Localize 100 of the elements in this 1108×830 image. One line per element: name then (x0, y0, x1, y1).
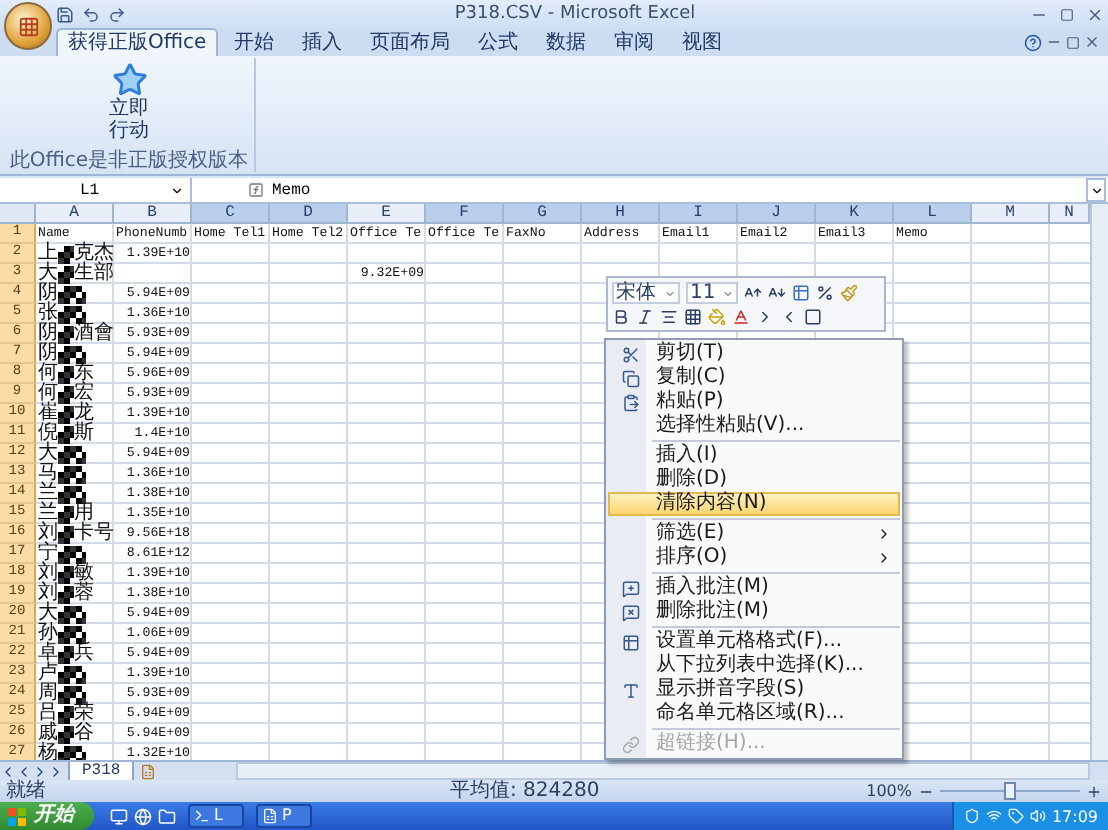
caret-icon (722, 287, 734, 299)
percent-icon[interactable] (816, 284, 834, 302)
fill-color-icon[interactable] (708, 308, 726, 326)
undo-icon[interactable] (82, 5, 100, 23)
name-text: 卡号 (74, 524, 114, 544)
shrink-font-icon[interactable] (768, 284, 786, 302)
name-text: 孙 (38, 624, 58, 644)
spreadsheet-icon (262, 808, 278, 824)
help-icon[interactable] (1024, 33, 1042, 51)
zoom-in-icon[interactable] (1086, 783, 1102, 799)
volume-icon[interactable] (1029, 808, 1046, 824)
column-header[interactable]: K (816, 204, 894, 224)
ribbon-tab[interactable]: 页面布局 (358, 28, 463, 56)
align-center-icon[interactable] (660, 308, 678, 326)
column-header[interactable]: I (660, 204, 738, 224)
font-field[interactable]: 宋体 (612, 282, 680, 304)
taskbar-button[interactable]: P (256, 804, 312, 828)
grid-icon (17, 15, 39, 37)
font-size-field[interactable]: 11 (686, 282, 738, 304)
sheet-tab[interactable]: P318 (68, 761, 135, 781)
column-header[interactable]: A (36, 204, 114, 224)
column-header[interactable]: N (1050, 204, 1090, 224)
star-icon (111, 62, 147, 98)
ribbon-tab[interactable]: 视图 (670, 28, 735, 56)
menu-item[interactable]: 清除内容(N) (608, 492, 900, 516)
name-text: 倪 (38, 424, 58, 444)
bold-icon[interactable] (612, 308, 630, 326)
caret-icon (170, 183, 184, 197)
table-icon[interactable] (792, 284, 810, 302)
menu-item[interactable]: 从下拉列表中选择(K)... (608, 654, 900, 678)
menu-item[interactable]: 删除(D) (608, 468, 900, 492)
close-icon[interactable] (1084, 34, 1100, 50)
expand-icon[interactable] (1086, 178, 1106, 202)
menu-item[interactable]: 删除批注(M) (608, 600, 900, 624)
name-text: 吕 (38, 704, 58, 724)
shield-icon[interactable] (963, 808, 980, 824)
column-header[interactable]: L (894, 204, 972, 224)
name-text: 戚 (38, 724, 58, 744)
new-sheet-icon[interactable] (140, 763, 157, 779)
column-header[interactable]: J (738, 204, 816, 224)
save-icon[interactable] (56, 5, 74, 23)
column-header[interactable]: D (270, 204, 348, 224)
name-text: 何 (38, 364, 58, 384)
clock: 17:09 (1051, 807, 1098, 825)
column-header[interactable]: G (504, 204, 582, 224)
name-text: 宏 (74, 384, 94, 404)
menu-item[interactable]: 插入批注(M) (608, 576, 900, 600)
link-icon (621, 735, 639, 753)
name-text: 刘 (38, 564, 58, 584)
menu-item[interactable]: 显示拼音字段(S) (608, 678, 900, 702)
redo-icon[interactable] (108, 5, 126, 23)
column-header[interactable]: H (582, 204, 660, 224)
function-icon[interactable] (248, 182, 264, 198)
menu-item[interactable]: 复制(C) (608, 366, 900, 390)
pixelation-drawing (58, 465, 86, 483)
ribbon-tab[interactable]: 审阅 (602, 28, 667, 56)
horizontal-scrollbar[interactable] (236, 762, 1090, 780)
zoom-slider-thumb[interactable] (1004, 782, 1016, 800)
formula-field[interactable]: Memo (272, 181, 1086, 199)
menu-item[interactable]: 命名单元格区域(R)... (608, 702, 900, 726)
column-header[interactable]: E (348, 204, 426, 224)
paintbrush-icon[interactable] (840, 284, 858, 302)
desktop-icon[interactable] (110, 807, 128, 825)
column-header[interactable]: C (192, 204, 270, 224)
comment-delete-icon (621, 603, 639, 621)
take-action-button[interactable]: 立即 行动 (105, 62, 153, 142)
name-text: 生部 (74, 264, 114, 284)
network-icon[interactable] (985, 808, 1002, 824)
menu-item[interactable]: 选择性粘贴(V)... (608, 414, 900, 438)
font-color-icon[interactable] (732, 308, 750, 326)
name-text: 谷 (74, 724, 94, 744)
ribbon-tab[interactable]: 开始 (222, 28, 287, 56)
taskbar-button[interactable]: L (188, 804, 244, 828)
name-text: 杨 (38, 744, 58, 760)
menu-item[interactable]: 设置单元格格式(F)... (608, 630, 900, 654)
tag-icon[interactable] (1007, 808, 1024, 824)
ribbon-tab[interactable]: 插入 (290, 28, 355, 56)
name-text: 斯 (74, 424, 94, 444)
grow-font-icon[interactable] (744, 284, 762, 302)
name-text: 宁 (38, 544, 58, 564)
name-box[interactable]: L1 (0, 178, 192, 202)
name-text: 兵 (74, 644, 94, 664)
menu-item[interactable]: 剪切(T) (608, 342, 900, 366)
column-header[interactable]: B (114, 204, 192, 224)
globe-icon[interactable] (134, 807, 152, 825)
ribbon-tab[interactable]: 获得正版Office (56, 28, 219, 56)
column-header[interactable]: F (426, 204, 504, 224)
italic-icon[interactable] (636, 308, 654, 326)
restore-icon[interactable] (1066, 35, 1080, 49)
vertical-scrollbar[interactable] (1090, 204, 1108, 760)
menu-item[interactable]: 粘贴(P) (608, 390, 900, 414)
ribbon-tab[interactable]: 公式 (466, 28, 531, 56)
group-label: 此Office是非正版授权版本 (9, 150, 249, 172)
ribbon-tab[interactable]: 数据 (534, 28, 599, 56)
menu-item[interactable]: 插入(I) (608, 444, 900, 468)
folder-icon[interactable] (158, 807, 176, 825)
menu-item[interactable]: 筛选(E) (608, 522, 900, 546)
border-icon[interactable] (684, 308, 702, 326)
column-header[interactable]: M (972, 204, 1050, 224)
menu-item[interactable]: 排序(O) (608, 546, 900, 570)
